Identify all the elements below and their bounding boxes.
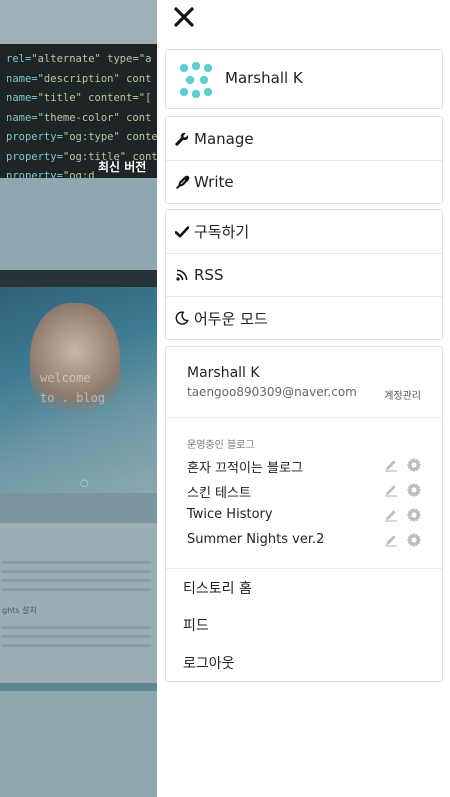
code-line: name="theme-color" cont: [6, 111, 152, 124]
code-caption: 최신 버전: [98, 160, 147, 174]
blog-title: Twice History: [187, 507, 273, 522]
background-header: [0, 0, 157, 44]
background-footer: [0, 691, 157, 797]
background-article: ghts 설치: [0, 523, 157, 683]
blogs-heading: 운영중인 블로그: [187, 440, 255, 451]
blog-owner-name: Marshall K: [225, 69, 303, 87]
menu-item-manage[interactable]: Manage: [166, 117, 442, 160]
close-icon: [174, 7, 194, 27]
menu-label: RSS: [194, 266, 224, 284]
blog-list-item[interactable]: 스킨 테스트: [187, 480, 422, 501]
divider: [166, 417, 442, 418]
menu-label: Manage: [194, 129, 254, 148]
close-button[interactable]: [171, 4, 197, 30]
feed-link[interactable]: 피드: [183, 615, 209, 635]
blog-list-item[interactable]: Summer Nights ver.2: [187, 530, 422, 550]
menu-label: 어두운 모드: [194, 309, 268, 328]
subscribe-menu: 구독하기 RSS 어두운 모드: [165, 209, 443, 340]
moon-icon: [174, 310, 190, 326]
edit-icon[interactable]: [384, 533, 398, 547]
code-line: name="title" content="[: [6, 92, 152, 104]
edit-icon[interactable]: [384, 483, 398, 497]
blog-list-item[interactable]: 혼자 끄적이는 블로그: [187, 455, 422, 476]
account-settings-link[interactable]: 계정관리: [384, 387, 421, 402]
manage-menu: Manage Write: [165, 116, 443, 204]
logout-link[interactable]: 로그아웃: [183, 653, 235, 673]
gear-icon[interactable]: [406, 532, 422, 548]
wrench-icon: [174, 131, 190, 147]
tistory-home-link[interactable]: 티스토리 홈: [183, 578, 252, 598]
background-article-heading: ghts 설치: [2, 606, 37, 615]
background-hero-indicator: ○: [80, 478, 89, 489]
menu-item-rss[interactable]: RSS: [166, 253, 442, 296]
menu-label: 구독하기: [194, 223, 250, 241]
blog-title: 혼자 끄적이는 블로그: [187, 461, 303, 476]
background-page: rel="alternate" type="a name="descriptio…: [0, 0, 157, 797]
menu-item-dark-mode[interactable]: 어두운 모드: [166, 296, 442, 339]
blog-title: 스킨 테스트: [187, 486, 251, 501]
menu-item-write[interactable]: Write: [166, 160, 442, 203]
edit-icon[interactable]: [384, 458, 398, 472]
code-line: property="og:type" conte: [6, 131, 157, 143]
background-hero-image: welcome to . blog ○: [0, 273, 157, 493]
side-drawer: Marshall K Manage Write 구독하기 RSS 어두운 모드 …: [157, 0, 450, 797]
checkmark-icon: [174, 224, 190, 240]
background-bar: [0, 683, 157, 691]
edit-icon[interactable]: [384, 508, 398, 522]
divider: [166, 568, 442, 569]
rss-icon: [174, 267, 190, 283]
account-email: taengoo890309@naver.com: [187, 385, 357, 399]
account-panel: Marshall K taengoo890309@naver.com 계정관리 …: [165, 346, 443, 682]
background-section: [0, 178, 157, 272]
blog-list-item[interactable]: Twice History: [187, 505, 422, 525]
blog-title: Summer Nights ver.2: [187, 532, 325, 547]
account-name: Marshall K: [187, 365, 260, 381]
blog-profile-card[interactable]: Marshall K: [165, 49, 443, 109]
background-hero-nav: [0, 273, 157, 287]
background-band: [0, 493, 157, 523]
gear-icon[interactable]: [406, 457, 422, 473]
menu-label: Write: [194, 173, 234, 191]
pen-icon: [174, 174, 190, 190]
code-line: rel="alternate" type="a: [6, 53, 152, 65]
code-line: name="description" cont: [6, 72, 152, 85]
menu-item-subscribe[interactable]: 구독하기: [166, 210, 442, 253]
background-hero-text: welcome to . blog: [40, 371, 106, 405]
blog-logo-icon: [179, 62, 213, 98]
gear-icon[interactable]: [406, 507, 422, 523]
gear-icon[interactable]: [406, 482, 422, 498]
